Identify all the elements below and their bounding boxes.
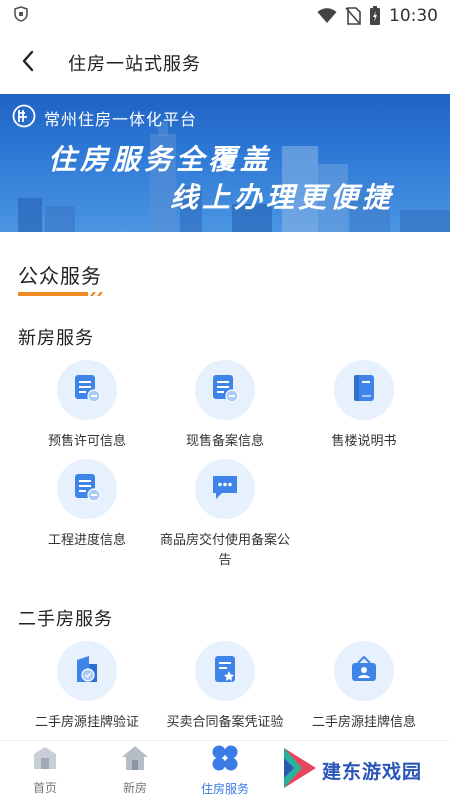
service-construction-progress[interactable]: 工程进度信息 [17, 459, 157, 551]
service-label: 二手房源挂牌验证 [34, 715, 139, 730]
banner-logo: 常州住房一体化平台 [12, 104, 197, 132]
service-listing-info[interactable]: 二手房源挂牌信息 [294, 641, 434, 733]
service-label: 预售许可信息 [47, 434, 126, 449]
app-header: 住房一站式服务 [0, 32, 450, 94]
chevron-left-icon [20, 49, 36, 77]
watermark-text: 建东游戏园 [322, 760, 423, 783]
service-label: 现售备案信息 [185, 434, 264, 449]
nav-tab-home[interactable]: 首页 [0, 741, 90, 800]
platform-logo-icon [12, 104, 36, 132]
svc-icon-bg [334, 641, 394, 701]
back-button[interactable] [0, 32, 56, 94]
service-label: 二手房源挂牌信息 [311, 715, 416, 730]
watermark-logo-icon [282, 746, 318, 794]
platform-name: 常州住房一体化平台 [44, 110, 198, 129]
banner-slogan-line2: 线上办理更便捷 [170, 181, 395, 214]
nav-tab-label: 住房服务 [200, 782, 249, 796]
nav-tab-housing-services[interactable]: 住房服务 [180, 741, 270, 800]
watermark: 建东游戏园 [282, 744, 442, 796]
grid-circles-icon [211, 744, 239, 776]
nav-tab-new-house[interactable]: 新房 [90, 741, 180, 800]
service-label: 工程进度信息 [47, 533, 126, 548]
document-certificate-icon [73, 373, 101, 407]
book-icon [351, 373, 377, 407]
chat-bubble-icon [210, 473, 240, 505]
group-title-second-hand: 二手房服务 [18, 609, 113, 630]
group-title-new-house: 新房服务 [18, 328, 94, 349]
home-building-icon [32, 745, 58, 775]
page-title: 住房一站式服务 [68, 54, 201, 75]
document-certificate-icon [211, 373, 239, 407]
svc-icon-bg [195, 360, 255, 420]
nav-tab-label: 首页 [32, 781, 57, 795]
hanging-sign-icon [349, 654, 379, 688]
service-current-sale-record[interactable]: 现售备案信息 [155, 360, 295, 452]
service-presale-permit[interactable]: 预售许可信息 [17, 360, 157, 452]
battery-icon [369, 6, 381, 26]
clock-time: 10:30 [389, 6, 438, 26]
section-title-underline [18, 292, 103, 296]
service-listing-verification[interactable]: 二手房源挂牌验证 [17, 641, 157, 733]
service-sales-brochure[interactable]: 售楼说明书 [294, 360, 434, 452]
document-certificate-icon [73, 472, 101, 506]
svc-icon-bg [57, 360, 117, 420]
wifi-icon [317, 8, 337, 24]
section-title-public-services: 公众服务 [18, 264, 102, 288]
building-certificate-icon [73, 654, 101, 688]
svc-icon-bg [195, 641, 255, 701]
banner-slogan-line1: 住房服务全覆盖 [48, 143, 273, 176]
nav-tab-label: 新房 [122, 781, 147, 795]
service-label: 商品房交付使用备案公告 [159, 533, 290, 568]
svc-icon-bg [195, 459, 255, 519]
banner[interactable]: 常州住房一体化平台 住房服务全覆盖 线上办理更便捷 [0, 94, 450, 232]
document-star-icon [212, 654, 238, 688]
service-delivery-record-announcement[interactable]: 商品房交付使用备案公告 [155, 459, 295, 571]
svc-icon-bg [57, 641, 117, 701]
status-bar: 10:30 [0, 0, 450, 32]
svc-icon-bg [334, 360, 394, 420]
service-label: 买卖合同备案凭证验 [166, 715, 284, 730]
service-label: 售楼说明书 [331, 434, 397, 449]
service-contract-record-verification[interactable]: 买卖合同备案凭证验 [155, 641, 295, 733]
no-sim-icon [345, 7, 361, 25]
shield-icon [14, 6, 28, 26]
svc-icon-bg [57, 459, 117, 519]
house-icon [121, 745, 149, 775]
